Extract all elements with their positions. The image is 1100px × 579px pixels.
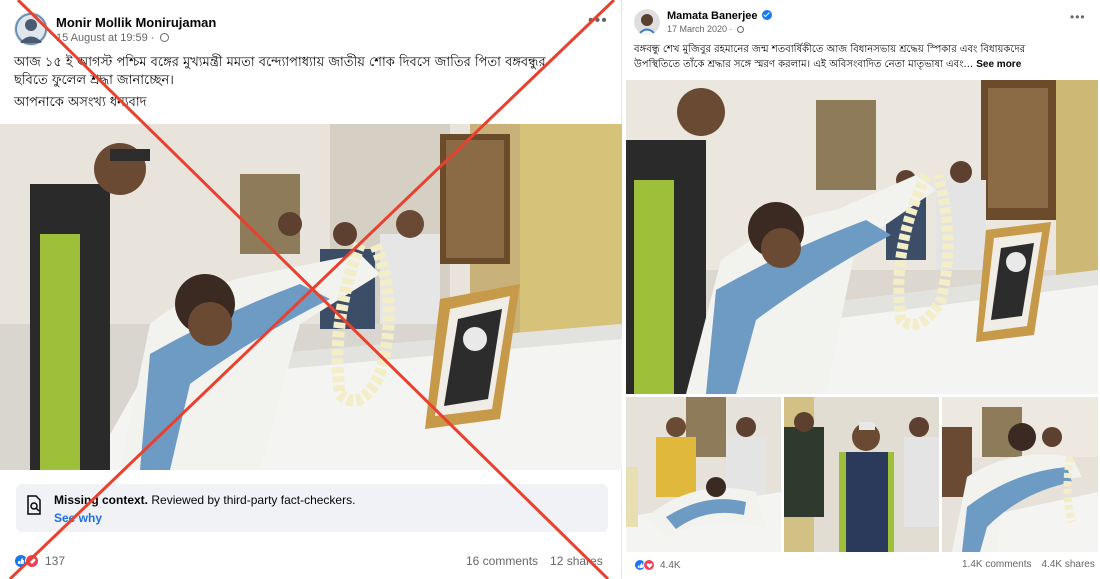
- engagement-stats: 16 comments 12 shares: [466, 554, 603, 568]
- engagement-stats: 1.4K comments 4.4K shares: [962, 559, 1095, 570]
- more-options-icon[interactable]: •••: [588, 12, 608, 30]
- more-options-icon[interactable]: •••: [1070, 10, 1086, 24]
- post-photo-thumbnail[interactable]: [942, 397, 1098, 552]
- post-text-line: আপনাকে অসংখ্য ধন্যবাদ: [14, 95, 147, 110]
- globe-icon: [737, 26, 745, 33]
- love-reaction-icon: [25, 554, 39, 568]
- post-text-line: আজ ১৫ ই আগস্ট পশ্চিম বঙ্গের মুখ্যমন্ত্রী…: [14, 55, 546, 70]
- comments-count[interactable]: 16 comments: [466, 554, 538, 568]
- globe-icon: [159, 32, 169, 42]
- thumbnail-illustration: [784, 397, 939, 552]
- false-claim-post: Monir Mollik Monirujaman 15 August at 19…: [0, 0, 622, 579]
- thumbnail-illustration: [626, 397, 781, 552]
- fact-check-document-icon: [27, 495, 41, 515]
- post-photo-main[interactable]: [626, 80, 1098, 394]
- author-avatar[interactable]: [14, 12, 48, 46]
- see-why-link[interactable]: See why: [54, 511, 102, 525]
- see-more-link[interactable]: See more: [976, 59, 1021, 70]
- original-post: Mamata Banerjee 17 March 2020 · ••• বঙ্গ…: [624, 0, 1100, 579]
- fact-check-verdict: Missing context.: [54, 493, 149, 507]
- reactions-count[interactable]: 137: [45, 554, 65, 568]
- fact-check-title: Missing context. Reviewed by third-party…: [54, 493, 355, 507]
- post-header: Monir Mollik Monirujaman 15 August at 19…: [14, 12, 216, 46]
- reactions-summary[interactable]: 137: [14, 554, 65, 568]
- comparison-screenshot: Monir Mollik Monirujaman 15 August at 19…: [0, 0, 1100, 579]
- post-text: আজ ১৫ ই আগস্ট পশ্চিম বঙ্গের মুখ্যমন্ত্রী…: [14, 54, 614, 112]
- post-text-line: বঙ্গবন্ধু শেখ মুজিবুর রহমানের জন্ম শতবার…: [634, 44, 1026, 55]
- shares-count[interactable]: 4.4K shares: [1041, 559, 1094, 570]
- reactions-count[interactable]: 4.4K: [660, 560, 681, 571]
- post-text: বঙ্গবন্ধু শেখ মুজিবুর রহমানের জন্ম শতবার…: [634, 42, 1094, 72]
- post-timestamp[interactable]: 17 March 2020 ·: [667, 24, 772, 34]
- post-text-line: ছবিতে ফুলেল শ্রদ্ধা জানাচ্ছেন।: [14, 73, 174, 88]
- timestamp-text[interactable]: 17 March 2020 ·: [667, 24, 733, 34]
- post-text-line: উপস্থিতিতে তাঁকে শ্রদ্ধার সঙ্গে স্মরণ কর…: [634, 59, 974, 70]
- fact-check-description: Reviewed by third-party fact-checkers.: [148, 493, 356, 507]
- timestamp-text[interactable]: 15 August at 19:59 ·: [56, 32, 154, 44]
- post-timestamp[interactable]: 15 August at 19:59 ·: [56, 32, 216, 44]
- love-reaction-icon: [643, 559, 655, 571]
- shares-count[interactable]: 12 shares: [550, 554, 603, 568]
- verified-badge-icon: [761, 10, 772, 20]
- post-photo[interactable]: [0, 124, 622, 470]
- reactions-summary[interactable]: 4.4K: [634, 559, 681, 571]
- author-avatar[interactable]: [634, 9, 660, 35]
- fact-check-banner: Missing context. Reviewed by third-party…: [16, 484, 608, 532]
- author-name-row: Mamata Banerjee: [667, 10, 772, 22]
- post-text-line-with-more: উপস্থিতিতে তাঁকে শ্রদ্ধার সঙ্গে স্মরণ কর…: [634, 57, 1094, 72]
- author-name[interactable]: Mamata Banerjee: [667, 10, 758, 22]
- thumbnail-illustration: [942, 397, 1098, 552]
- tribute-photo-illustration: [0, 124, 622, 470]
- post-photo-thumbnail[interactable]: [626, 397, 781, 552]
- author-name[interactable]: Monir Mollik Monirujaman: [56, 15, 216, 30]
- tribute-photo-illustration: [626, 80, 1098, 394]
- comments-count[interactable]: 1.4K comments: [962, 559, 1031, 570]
- post-header: Mamata Banerjee 17 March 2020 ·: [634, 9, 772, 35]
- post-photo-thumbnail[interactable]: [784, 397, 939, 552]
